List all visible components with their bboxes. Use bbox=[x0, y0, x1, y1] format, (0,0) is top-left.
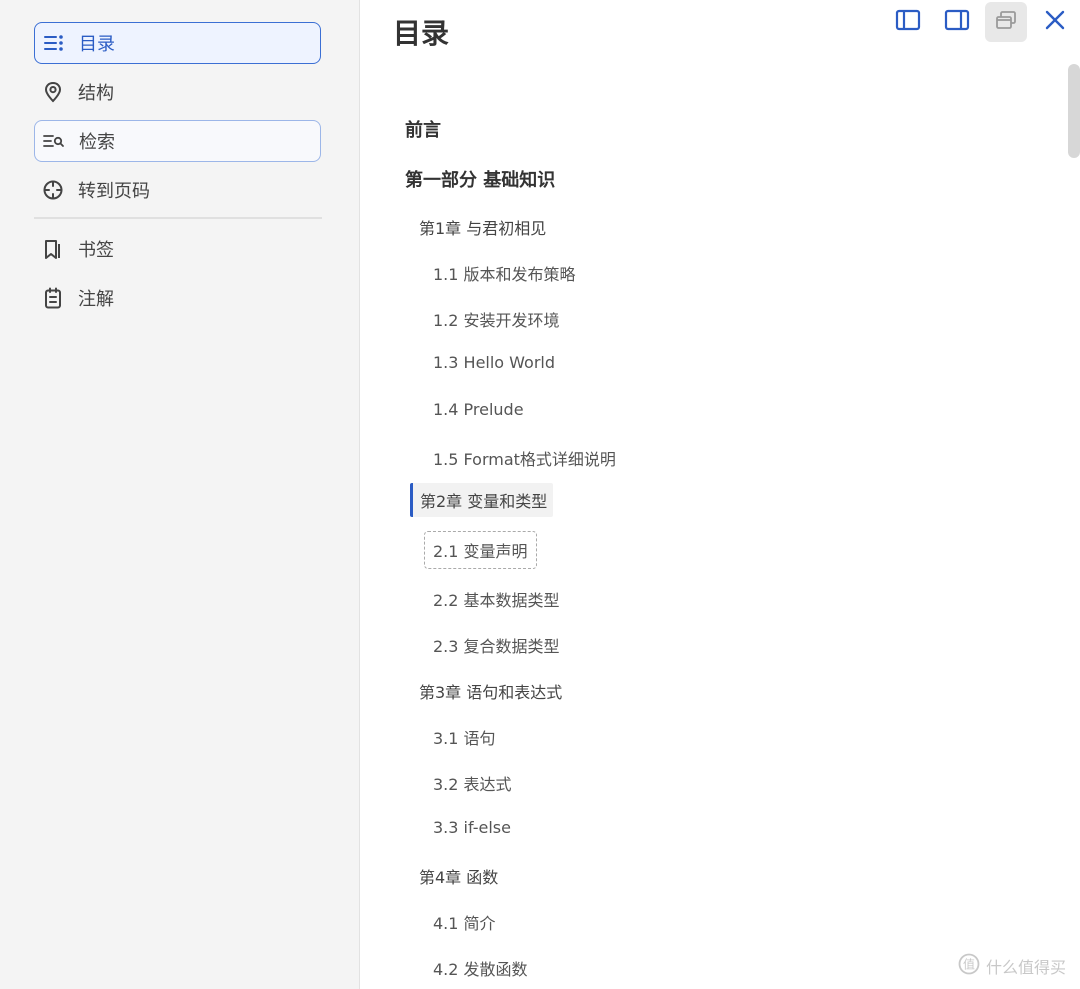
crosshair-icon bbox=[42, 179, 64, 201]
sidebar-item-annotations[interactable]: 注解 bbox=[34, 277, 321, 319]
toc-entry-section[interactable]: 4.2 发散函数 bbox=[433, 956, 528, 980]
sidebar-item-goto-page[interactable]: 转到页码 bbox=[34, 169, 321, 211]
search-list-icon bbox=[43, 130, 65, 152]
sidebar-item-label: 结构 bbox=[78, 83, 114, 104]
stacked-windows-button[interactable] bbox=[985, 2, 1027, 42]
toc-entry-chapter[interactable]: 第1章 与君初相见 bbox=[419, 215, 546, 239]
sidebar-item-bookmarks[interactable]: 书签 bbox=[34, 228, 321, 270]
list-icon bbox=[43, 32, 65, 54]
toc-entry-section[interactable]: 2.3 复合数据类型 bbox=[433, 633, 560, 657]
map-pin-icon bbox=[42, 81, 64, 103]
toc-entry-section[interactable]: 2.1 变量声明 bbox=[424, 531, 537, 569]
sidebar: 目录 结构 检索 转到页码 书签 注解 bbox=[0, 0, 360, 989]
toc-entry-section[interactable]: 1.1 版本和发布策略 bbox=[433, 261, 576, 285]
watermark-logo-icon: 值 bbox=[958, 953, 980, 979]
toc-entry-chapter[interactable]: 第2章 变量和类型 bbox=[410, 483, 554, 517]
svg-text:值: 值 bbox=[963, 957, 975, 972]
sidebar-item-label: 转到页码 bbox=[78, 181, 150, 202]
toc-entry-part[interactable]: 前言 bbox=[405, 116, 441, 142]
sidebar-divider bbox=[34, 217, 322, 219]
toc-entry-section[interactable]: 3.3 if-else bbox=[433, 818, 511, 837]
sidebar-item-toc[interactable]: 目录 bbox=[34, 22, 321, 64]
sidebar-item-search[interactable]: 检索 bbox=[34, 120, 321, 162]
sidebar-item-label: 注解 bbox=[78, 289, 114, 310]
watermark-text: 什么值得买 bbox=[985, 958, 1066, 977]
sidebar-item-label: 目录 bbox=[79, 34, 115, 55]
toc-entry-chapter[interactable]: 第3章 语句和表达式 bbox=[419, 679, 562, 703]
toc-entry-section[interactable]: 1.2 安装开发环境 bbox=[433, 307, 560, 331]
toc-entry-chapter[interactable]: 第4章 函数 bbox=[419, 864, 498, 888]
sidebar-item-label: 书签 bbox=[78, 240, 114, 261]
toc-entry-section[interactable]: 1.3 Hello World bbox=[433, 353, 555, 372]
sidebar-item-structure[interactable]: 结构 bbox=[34, 71, 321, 113]
toc-entry-section[interactable]: 4.1 简介 bbox=[433, 910, 496, 934]
toc-entry-section[interactable]: 2.2 基本数据类型 bbox=[433, 587, 560, 611]
toc-entry-section[interactable]: 1.5 Format格式详细说明 bbox=[433, 446, 616, 470]
watermark: 值 什么值得买 bbox=[958, 953, 1066, 979]
toc-entry-section[interactable]: 3.1 语句 bbox=[433, 725, 496, 749]
right-panel-icon bbox=[944, 9, 970, 35]
page-title: 目录 bbox=[393, 17, 450, 50]
toc-entry-section[interactable]: 1.4 Prelude bbox=[433, 400, 524, 419]
toc-entry-part[interactable]: 第一部分 基础知识 bbox=[405, 166, 555, 192]
sidebar-item-label: 检索 bbox=[79, 132, 115, 153]
clipboard-icon bbox=[42, 287, 64, 309]
bookmark-icon bbox=[42, 238, 64, 260]
toc-panel: 目录 前言第一部分 基础知识 第1章 与君初相见 1.1 版本和发布策略 1.2 安装… bbox=[361, 0, 1080, 989]
right-panel-button[interactable] bbox=[936, 2, 978, 42]
toc-entry-section[interactable]: 3.2 表达式 bbox=[433, 771, 512, 795]
scrollbar[interactable] bbox=[1068, 64, 1080, 158]
left-panel-button[interactable] bbox=[887, 2, 929, 42]
stacked-windows-icon bbox=[994, 9, 1018, 35]
close-icon bbox=[1044, 9, 1066, 35]
left-panel-icon bbox=[895, 9, 921, 35]
close-button[interactable] bbox=[1034, 2, 1076, 42]
